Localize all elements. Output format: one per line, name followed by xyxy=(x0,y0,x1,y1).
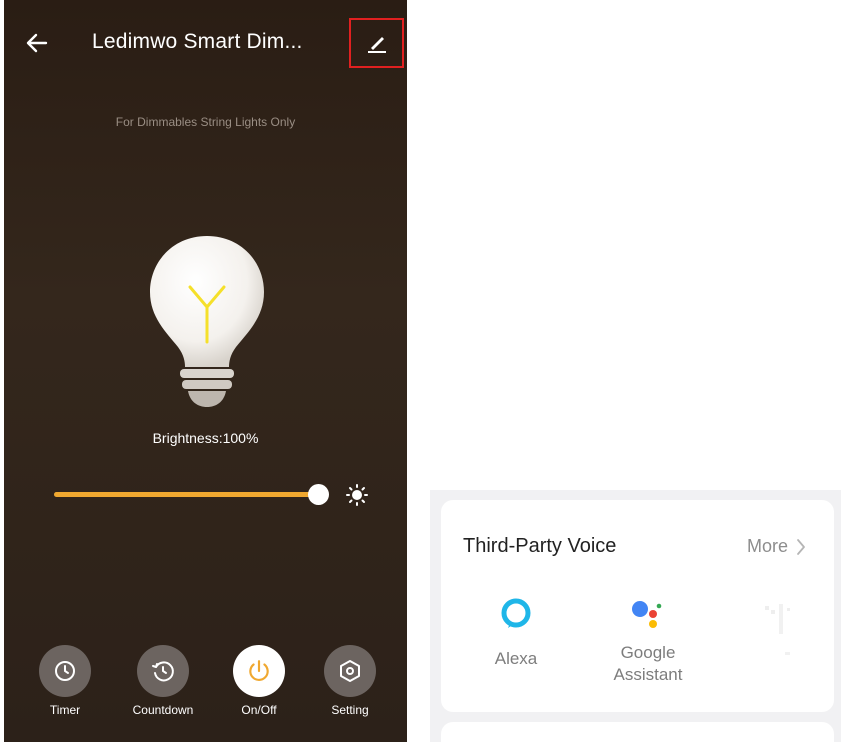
setting-label: Setting xyxy=(331,703,369,717)
lightbulb-icon[interactable] xyxy=(142,232,272,412)
voice-panel: Third-Party Voice More Alexa Google Assi… xyxy=(430,490,841,752)
next-card xyxy=(441,722,834,752)
google-assistant-label-line2: Assistant xyxy=(613,665,683,684)
brightness-slider[interactable] xyxy=(54,484,329,506)
power-label: On/Off xyxy=(241,703,277,717)
more-label: More xyxy=(746,536,788,556)
countdown-icon xyxy=(152,661,174,682)
google-assistant-label: Google Assistant xyxy=(593,642,703,686)
control-bar: Timer Countdown On/Off Setting xyxy=(4,645,407,725)
countdown-label: Countdown xyxy=(132,703,194,717)
power-circle xyxy=(233,645,285,697)
alexa-label: Alexa xyxy=(494,649,538,668)
power-button[interactable]: On/Off xyxy=(214,645,304,717)
google-assistant-icon xyxy=(632,601,662,628)
brightness-label: Brightness:100% xyxy=(152,430,259,446)
top-bar: Ledimwo Smart Dim... xyxy=(4,0,407,80)
device-subtitle: For Dimmables String Lights Only xyxy=(115,115,296,129)
timer-button[interactable]: Timer xyxy=(20,645,110,717)
countdown-circle xyxy=(137,645,189,697)
slider-fill xyxy=(54,492,318,497)
timer-label: Timer xyxy=(49,703,81,717)
back-arrow-icon xyxy=(26,33,48,53)
pencil-edit-icon xyxy=(367,37,386,53)
timer-circle xyxy=(39,645,91,697)
google-assistant-label-line1: Google xyxy=(620,643,676,662)
alexa-ring-icon xyxy=(501,598,531,628)
countdown-button[interactable]: Countdown xyxy=(118,645,208,717)
setting-button[interactable]: Setting xyxy=(305,645,395,717)
clock-icon xyxy=(55,661,75,681)
faded-assistant-icon[interactable] xyxy=(757,600,797,660)
edit-button[interactable] xyxy=(349,18,404,68)
sun-brightness-icon xyxy=(346,484,368,506)
slider-thumb[interactable] xyxy=(308,484,329,505)
back-button[interactable] xyxy=(22,28,52,58)
setting-circle xyxy=(324,645,376,697)
chevron-right-icon xyxy=(797,538,805,555)
google-assistant-item[interactable]: Google Assistant xyxy=(593,595,703,686)
alexa-item[interactable]: Alexa xyxy=(481,595,551,670)
voice-section-title: Third-Party Voice xyxy=(463,535,617,557)
power-icon xyxy=(249,660,269,682)
more-link[interactable]: More xyxy=(747,536,806,557)
device-control-screen: Ledimwo Smart Dim... For Dimmables Strin… xyxy=(4,0,407,742)
page-title: Ledimwo Smart Dim... xyxy=(92,30,303,53)
third-party-voice-card: Third-Party Voice More Alexa Google Assi… xyxy=(441,500,834,712)
hexagon-gear-icon xyxy=(340,660,360,682)
